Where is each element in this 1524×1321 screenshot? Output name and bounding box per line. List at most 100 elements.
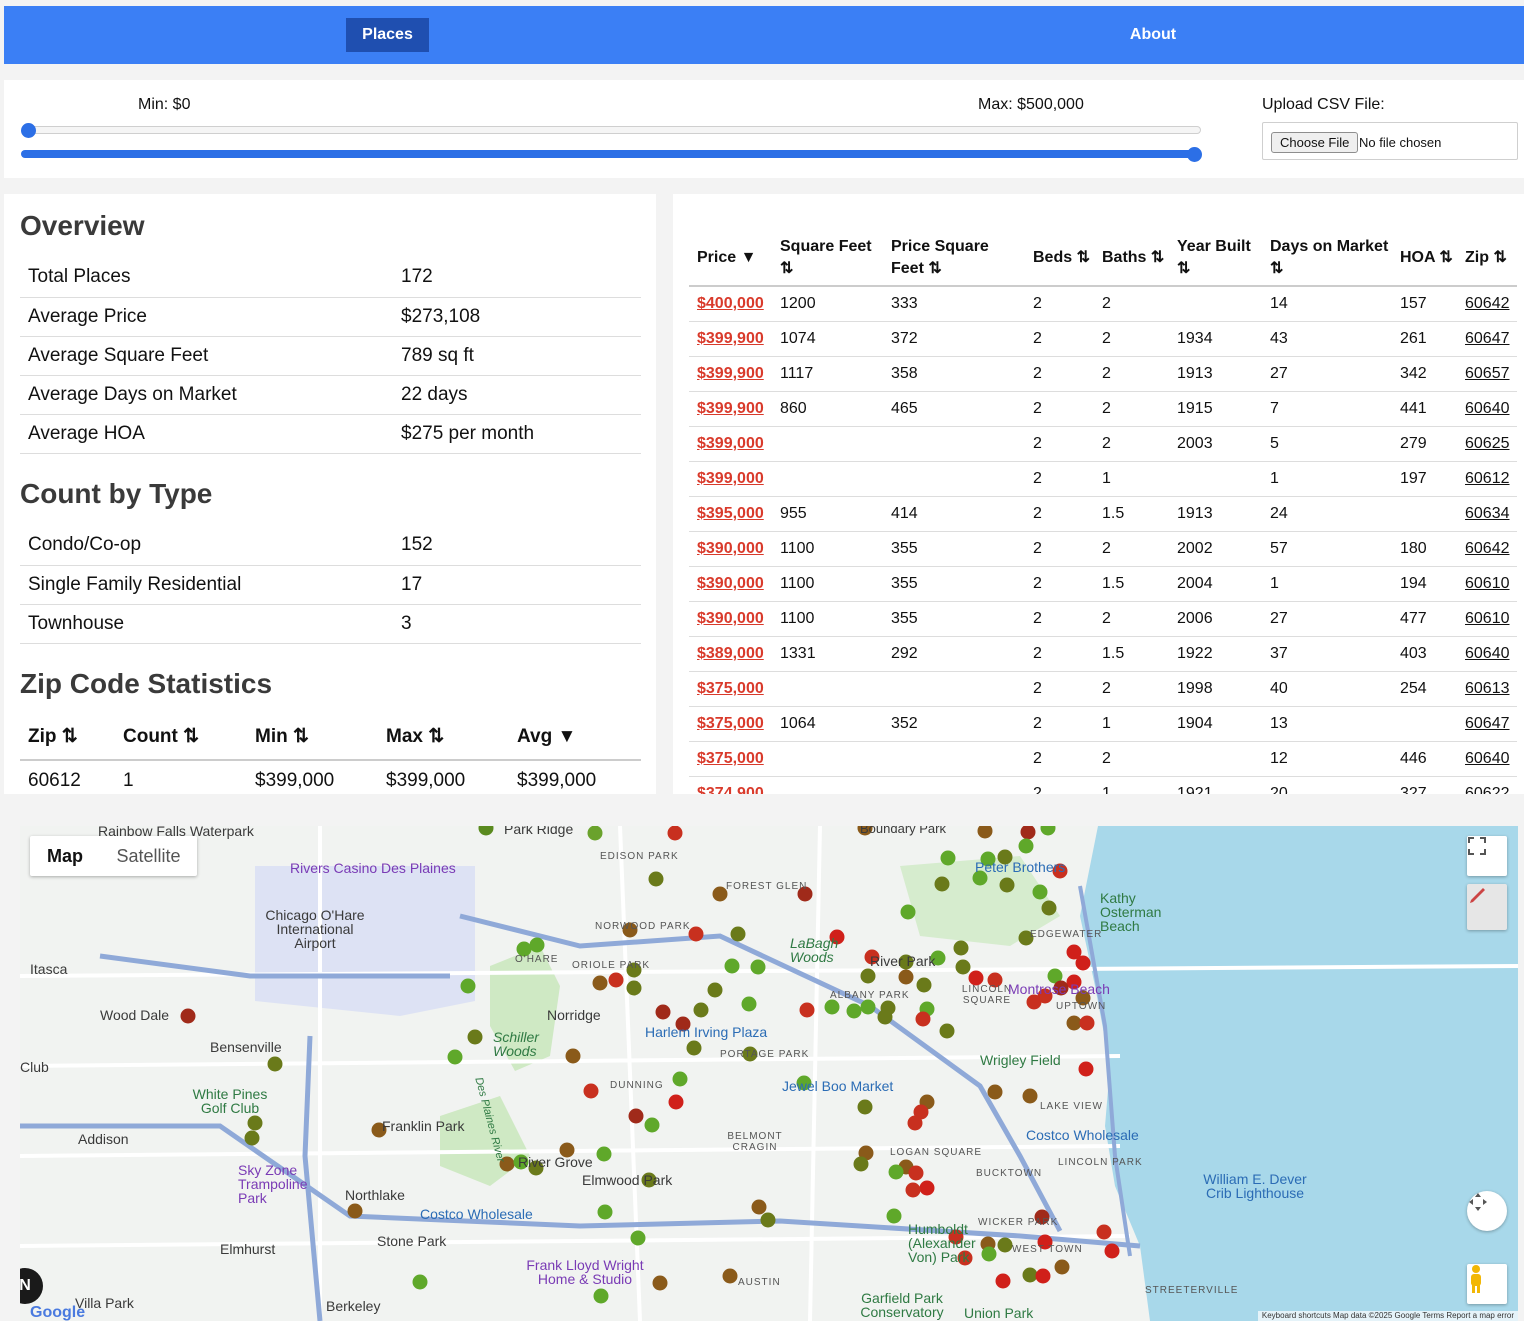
price-cell[interactable]: $390,000 — [697, 540, 764, 557]
price-cell[interactable]: $375,000 — [697, 715, 764, 732]
zip-cell[interactable]: 60642 — [1465, 295, 1510, 312]
listing-marker[interactable] — [1035, 1268, 1051, 1284]
listing-marker[interactable] — [583, 1083, 599, 1099]
min-price-slider-thumb[interactable] — [21, 123, 36, 138]
price-cell[interactable]: $399,900 — [697, 330, 764, 347]
price-cell[interactable]: $389,000 — [697, 645, 764, 662]
zip-cell[interactable]: 60640 — [1465, 400, 1510, 417]
listing-marker[interactable] — [652, 1275, 668, 1291]
listing-marker[interactable] — [915, 1011, 931, 1027]
zip-cell[interactable]: 60610 — [1465, 610, 1510, 627]
listing-marker[interactable] — [648, 871, 664, 887]
camera-control-icon[interactable] — [1467, 1191, 1507, 1231]
price-cell[interactable]: $390,000 — [697, 610, 764, 627]
listing-marker[interactable] — [1075, 955, 1091, 971]
listing-marker[interactable] — [412, 1274, 428, 1290]
table-row[interactable]: $399,900 860 465 2 2 1915 7 441 60640 — [689, 391, 1517, 427]
table-row[interactable]: $399,000 2 1 1 197 60612 — [689, 461, 1517, 497]
listing-marker[interactable] — [644, 1117, 660, 1133]
listing-marker[interactable] — [860, 968, 876, 984]
listing-marker[interactable] — [824, 999, 840, 1015]
listing-marker[interactable] — [846, 1003, 862, 1019]
listing-marker[interactable] — [1054, 1259, 1070, 1275]
listing-marker[interactable] — [877, 1009, 893, 1025]
nav-places[interactable]: Places — [346, 18, 429, 52]
listing-marker[interactable] — [760, 1212, 776, 1228]
column-header-baths[interactable]: Baths ⇅ — [1094, 230, 1169, 287]
listing-marker[interactable] — [1066, 1015, 1082, 1031]
column-header-max[interactable]: Max ⇅ — [378, 714, 509, 761]
column-header-square-feet[interactable]: Square Feet ⇅ — [772, 230, 883, 287]
column-header-beds[interactable]: Beds ⇅ — [1025, 230, 1094, 287]
listing-marker[interactable] — [597, 1204, 613, 1220]
column-header-price[interactable]: Price ▼ — [689, 230, 772, 287]
table-row[interactable]: $399,000 2 2 2003 5 279 60625 — [689, 426, 1517, 462]
price-cell[interactable]: $400,000 — [697, 295, 764, 312]
listing-marker[interactable] — [667, 826, 683, 841]
zip-cell[interactable]: 60647 — [1465, 330, 1510, 347]
listing-marker[interactable] — [655, 1004, 671, 1020]
listing-marker[interactable] — [587, 826, 603, 841]
listing-marker[interactable] — [919, 1180, 935, 1196]
table-row[interactable]: $375,000 1064 352 2 1 1904 13 60647 — [689, 706, 1517, 742]
listing-marker[interactable] — [596, 1146, 612, 1162]
listing-marker[interactable] — [934, 876, 950, 892]
listing-marker[interactable] — [1022, 1088, 1038, 1104]
listing-marker[interactable] — [244, 1130, 260, 1146]
zip-cell[interactable]: 60610 — [1465, 575, 1510, 592]
table-row[interactable]: $399,900 1117 358 2 2 1913 27 342 60657 — [689, 356, 1517, 392]
listing-marker[interactable] — [1032, 884, 1048, 900]
listing-marker[interactable] — [751, 1199, 767, 1215]
listing-marker[interactable] — [886, 1208, 902, 1224]
listing-marker[interactable] — [724, 958, 740, 974]
listing-marker[interactable] — [741, 996, 757, 1012]
table-row[interactable]: $395,000 955 414 2 1.5 1913 24 60634 — [689, 496, 1517, 532]
nav-about[interactable]: About — [1114, 18, 1192, 52]
listing-marker[interactable] — [693, 1002, 709, 1018]
listing-marker[interactable] — [860, 999, 876, 1015]
listing-marker[interactable] — [628, 1108, 644, 1124]
zip-cell[interactable]: 60613 — [1465, 680, 1510, 697]
column-header-avg[interactable]: Avg ▼ — [509, 714, 641, 761]
table-row[interactable]: $375,000 2 2 12 446 60640 — [689, 741, 1517, 777]
price-cell[interactable]: $395,000 — [697, 505, 764, 522]
listing-marker[interactable] — [267, 1056, 283, 1072]
zip-cell[interactable]: 60622 — [1465, 785, 1510, 795]
map-type-satellite-button[interactable]: Satellite — [100, 836, 197, 876]
pencil-icon[interactable] — [1467, 884, 1507, 930]
column-header-year-built[interactable]: Year Built ⇅ — [1169, 230, 1262, 287]
column-header-min[interactable]: Min ⇅ — [247, 714, 378, 761]
zip-cell[interactable]: 60612 — [1465, 470, 1510, 487]
listing-marker[interactable] — [1078, 1061, 1094, 1077]
listing-marker[interactable] — [908, 1165, 924, 1181]
listing-marker[interactable] — [1022, 1267, 1038, 1283]
table-row[interactable]: $374,900 2 1 1921 20 327 60622 — [689, 776, 1517, 794]
listing-marker[interactable] — [1041, 900, 1057, 916]
listing-marker[interactable] — [467, 1029, 483, 1045]
zip-cell[interactable]: 60657 — [1465, 365, 1510, 382]
price-cell[interactable]: $399,000 — [697, 470, 764, 487]
listing-marker[interactable] — [898, 969, 914, 985]
csv-file-input[interactable]: Choose File No file chosen — [1262, 122, 1518, 160]
listing-marker[interactable] — [460, 978, 476, 994]
listing-marker[interactable] — [900, 904, 916, 920]
map[interactable]: Rainbow Falls Waterpark Park Ridge Bound… — [20, 826, 1518, 1321]
price-cell[interactable]: $390,000 — [697, 575, 764, 592]
listing-marker[interactable] — [888, 1164, 904, 1180]
listing-marker[interactable] — [630, 1230, 646, 1246]
table-row[interactable]: $390,000 1100 355 2 2 2006 27 477 60610 — [689, 601, 1517, 637]
map-type-map-button[interactable]: Map — [30, 836, 100, 876]
column-header-hoa[interactable]: HOA ⇅ — [1392, 230, 1457, 287]
listing-marker[interactable] — [1096, 1224, 1112, 1240]
fullscreen-icon[interactable] — [1467, 836, 1507, 876]
listing-marker[interactable] — [592, 975, 608, 991]
listing-marker[interactable] — [1018, 838, 1034, 854]
listing-marker[interactable] — [247, 1115, 263, 1131]
listing-marker[interactable] — [686, 1040, 702, 1056]
column-header-price-square-feet[interactable]: Price Square Feet ⇅ — [883, 230, 1025, 287]
zip-cell[interactable]: 60625 — [1465, 435, 1510, 452]
price-cell[interactable]: $375,000 — [697, 750, 764, 767]
listing-marker[interactable] — [1104, 1243, 1120, 1259]
listing-marker[interactable] — [939, 1023, 955, 1039]
listing-marker[interactable] — [905, 1182, 921, 1198]
